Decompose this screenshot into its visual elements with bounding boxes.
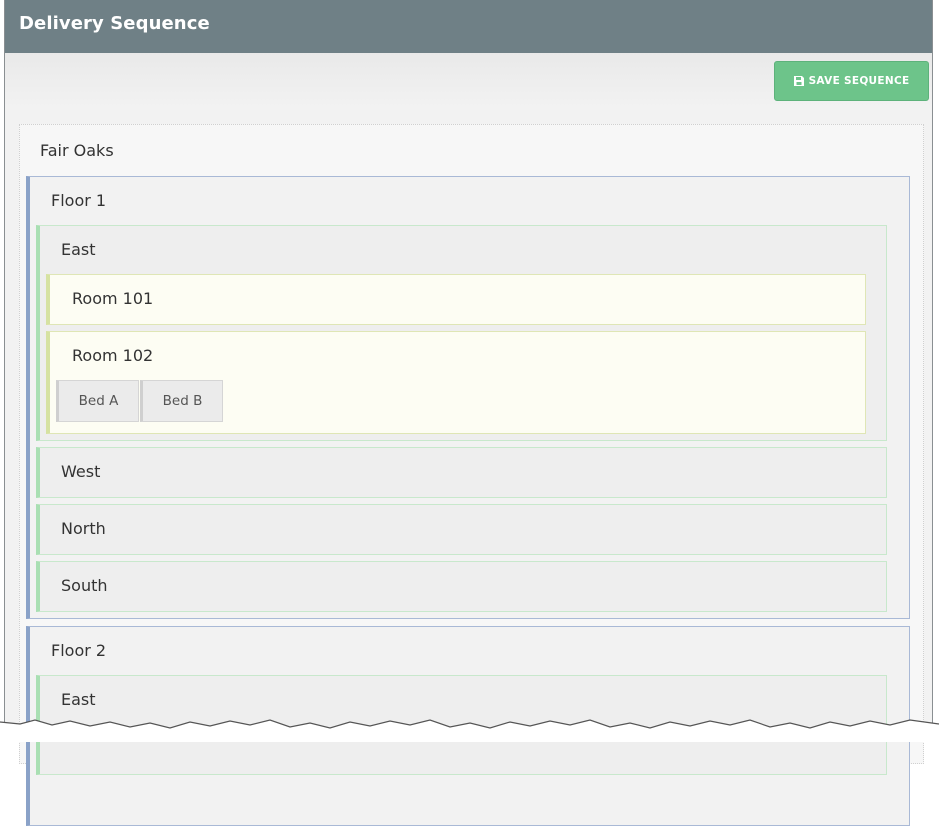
site-label: Fair Oaks — [40, 141, 114, 160]
page-header: Delivery Sequence — [5, 0, 932, 53]
sequence-panel: Fair Oaks Floor 1 East Room 101 Room 102… — [19, 124, 924, 826]
save-sequence-button[interactable]: SAVE SEQUENCE — [774, 61, 929, 101]
wing-label: East — [61, 690, 96, 709]
room-label: Room 102 — [72, 346, 154, 365]
wing-group[interactable]: East Room 101 Room 102 Bed A Bed B — [36, 225, 887, 441]
wing-label: North — [61, 519, 106, 538]
page-title: Delivery Sequence — [19, 13, 210, 34]
wing-label: East — [61, 240, 96, 259]
wing-label: West — [61, 462, 101, 481]
app-window: Delivery Sequence SAVE SEQUENCE Fair Oak… — [4, 0, 933, 826]
bed-item[interactable]: Bed B — [140, 380, 223, 422]
floor-group[interactable]: Floor 1 East Room 101 Room 102 Bed A Bed… — [26, 176, 910, 619]
bed-item[interactable]: Bed A — [56, 380, 139, 422]
room-group[interactable]: Room 102 Bed A Bed B — [46, 331, 866, 434]
floppy-disk-icon — [793, 76, 804, 86]
toolbar: SAVE SEQUENCE — [5, 53, 932, 108]
floor-label: Floor 2 — [51, 641, 107, 660]
save-sequence-label: SAVE SEQUENCE — [808, 75, 910, 87]
room-group[interactable]: Room 101 — [46, 274, 866, 325]
wing-group[interactable]: South — [36, 561, 887, 612]
torn-edge — [0, 719, 939, 742]
wing-label: South — [61, 576, 108, 595]
wing-group[interactable]: West — [36, 447, 887, 498]
floor-label: Floor 1 — [51, 191, 107, 210]
room-label: Room 101 — [72, 289, 154, 308]
wing-group[interactable]: North — [36, 504, 887, 555]
